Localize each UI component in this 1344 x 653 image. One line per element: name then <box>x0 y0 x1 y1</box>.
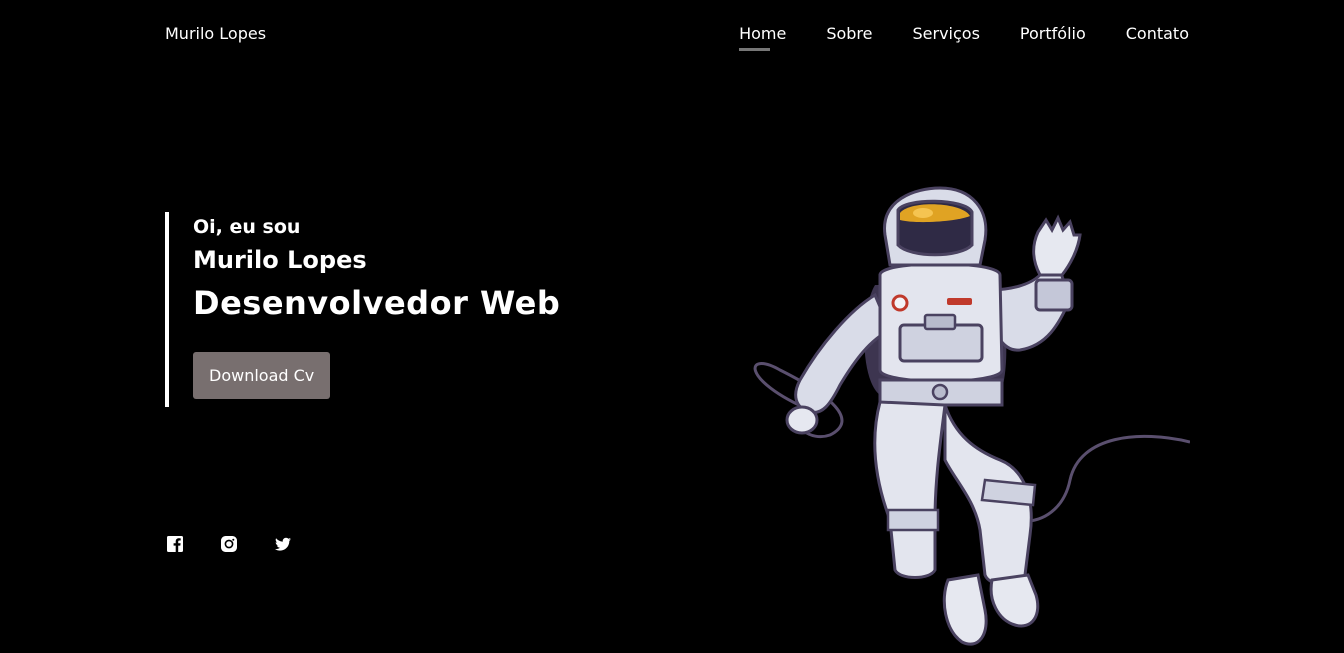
nav-contato[interactable]: Contato <box>1126 24 1189 51</box>
twitter-icon <box>275 537 291 551</box>
instagram-link[interactable] <box>220 535 238 553</box>
facebook-link[interactable] <box>166 535 184 553</box>
nav-sobre[interactable]: Sobre <box>826 24 872 51</box>
nav-servicos[interactable]: Serviços <box>913 24 980 51</box>
hero-section: Oi, eu sou Murilo Lopes Desenvolvedor We… <box>165 212 560 407</box>
page: Murilo Lopes Home Sobre Serviços Portfól… <box>0 0 1344 653</box>
instagram-icon <box>221 536 237 552</box>
download-cv-button[interactable]: Download Cv <box>193 352 331 399</box>
hero-greeting: Oi, eu sou <box>193 216 301 238</box>
hero-name: Murilo Lopes <box>193 246 367 274</box>
nav-portfolio[interactable]: Portfólio <box>1020 24 1086 51</box>
social-links <box>166 535 292 553</box>
facebook-icon <box>167 536 183 552</box>
astronaut-illustration <box>753 186 1190 646</box>
nav-home[interactable]: Home <box>739 24 786 51</box>
brand-logo[interactable]: Murilo Lopes <box>165 24 266 43</box>
twitter-link[interactable] <box>274 535 292 553</box>
main-nav: Home Sobre Serviços Portfólio Contato <box>739 24 1189 51</box>
hero-role: Desenvolvedor Web <box>193 284 561 322</box>
